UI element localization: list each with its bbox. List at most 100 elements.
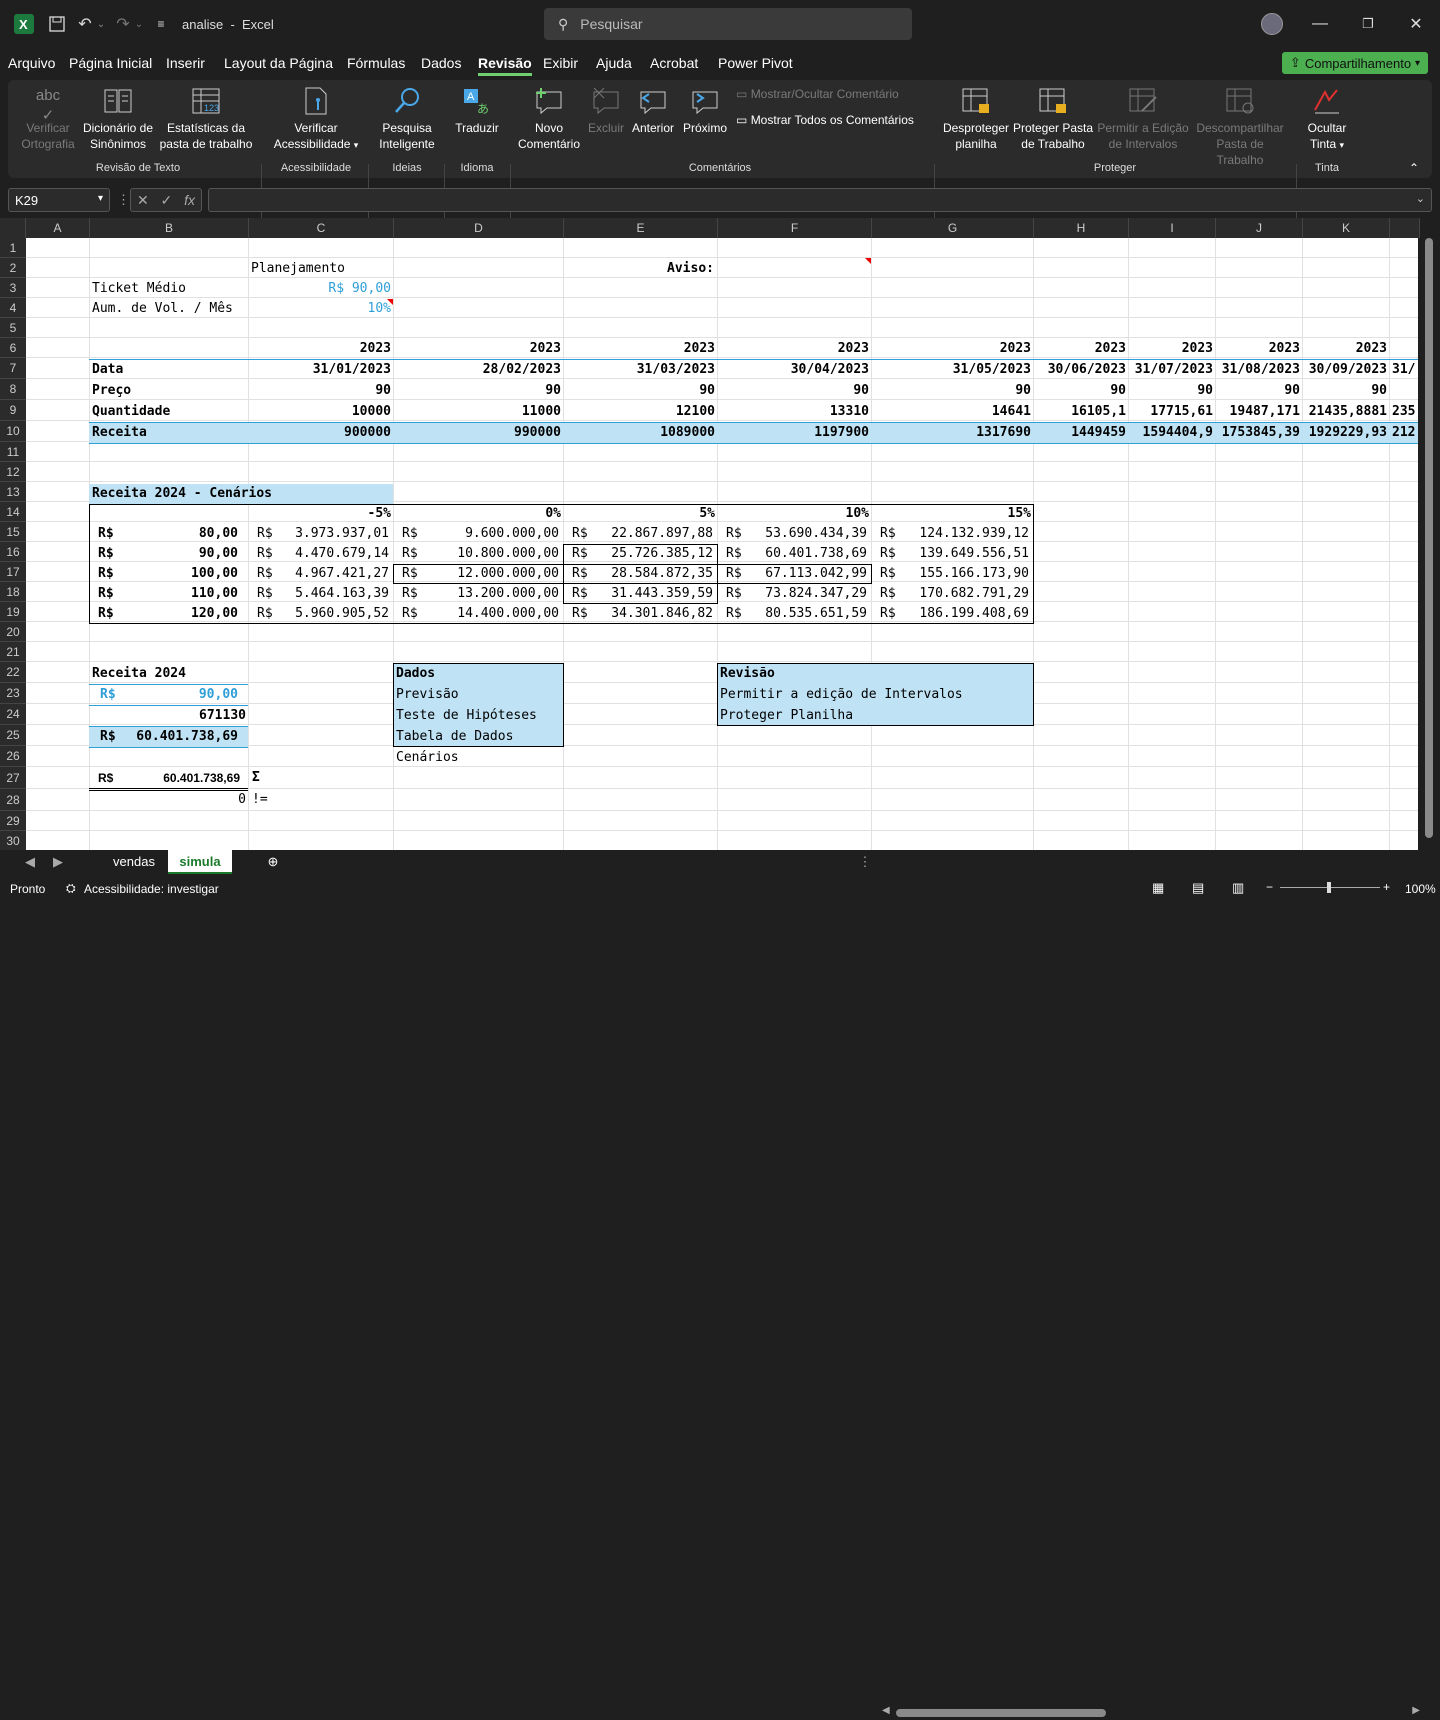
timeline-dates-cell[interactable]: 31/01/2023 (251, 360, 391, 380)
scenario-value-cell[interactable]: 14.400.000,00 (422, 604, 559, 624)
timeline-qty-cell[interactable]: 19487,171 (1218, 402, 1300, 422)
cell-year[interactable]: 2023 (1133, 339, 1213, 359)
row-header[interactable]: 15 (0, 522, 26, 542)
column-header-f[interactable]: F (718, 218, 872, 238)
timeline-dates-cell[interactable]: 31/08/2023 (1218, 360, 1300, 380)
cell-year[interactable]: 2023 (1046, 339, 1126, 359)
timeline-dates-cell[interactable]: 31/03/2023 (566, 360, 715, 380)
cell-year[interactable]: 2023 (481, 339, 561, 359)
delete-comment-button[interactable]: Excluir (586, 86, 626, 136)
thesaurus-button[interactable]: Dicionário de Sinônimos (82, 86, 154, 152)
timeline-receita-cell[interactable]: 990000 (396, 423, 561, 443)
page-break-view-icon[interactable]: ▥ (1232, 880, 1244, 896)
cell-b10[interactable]: Receita (92, 423, 147, 443)
row-header[interactable]: 21 (0, 642, 26, 662)
protect-workbook-button[interactable]: Proteger Pasta de Trabalho (1012, 86, 1094, 152)
column-header-e[interactable]: E (564, 218, 718, 238)
cell-c27[interactable]: Σ (252, 768, 260, 788)
timeline-receita-cell[interactable]: 212 (1392, 423, 1415, 443)
customize-toolbar-icon[interactable]: ≡ (154, 0, 168, 48)
scenario-value-cell[interactable]: 5.464.163,39 (277, 584, 389, 604)
avatar[interactable] (1260, 0, 1284, 48)
scenario-price-cell[interactable]: 80,00 (136, 524, 238, 544)
row-header[interactable]: 16 (0, 542, 26, 562)
add-sheet-icon[interactable]: ⊕ (262, 850, 284, 874)
cell-b8[interactable]: Preço (92, 381, 131, 401)
timeline-receita-cell[interactable]: 1929229,93 (1305, 423, 1387, 443)
close-icon[interactable]: ✕ (1402, 0, 1430, 48)
row-header[interactable]: 9 (0, 400, 26, 421)
row-header[interactable]: 11 (0, 442, 26, 462)
accessibility-button[interactable]: Verificar Acessibilidade ▾ (268, 86, 364, 153)
collapse-ribbon-icon[interactable]: ⌃ (1406, 160, 1422, 176)
undo-dropdown-icon[interactable]: ⌄ (96, 0, 106, 48)
scenario-value-cell[interactable]: 10.800.000,00 (422, 544, 559, 564)
row-header[interactable]: 24 (0, 704, 26, 725)
cell-f24[interactable]: Proteger Planilha (720, 706, 853, 726)
timeline-dates-cell[interactable]: 31/05/2023 (874, 360, 1031, 380)
more-options-icon[interactable]: ⋮ (117, 192, 130, 208)
scenario-value-cell[interactable]: 22.867.897,88 (592, 524, 713, 544)
tab-layout[interactable]: Layout da Página (224, 55, 333, 71)
cell-c3[interactable]: R$ 90,00 (251, 279, 391, 299)
scenario-header-cell[interactable]: 5% (615, 504, 715, 524)
cell-year[interactable]: 2023 (635, 339, 715, 359)
timeline-qty-cell[interactable]: 12100 (566, 402, 715, 422)
row-header[interactable]: 4 (0, 298, 26, 318)
scenario-value-cell[interactable]: 155.166.173,90 (900, 564, 1029, 584)
cell-c2[interactable]: Planejamento (251, 259, 345, 279)
tab-acrobat[interactable]: Acrobat (650, 55, 698, 71)
scenario-price-cell[interactable]: 100,00 (136, 564, 238, 584)
zoom-out-icon[interactable]: − (1266, 880, 1273, 894)
cell-c28[interactable]: != (252, 790, 268, 810)
spelling-button[interactable]: abc ✓ Verificar Ortografia (16, 86, 80, 152)
cell-b25[interactable]: 60.401.738,69 (126, 727, 238, 747)
scenario-value-cell[interactable]: 53.690.434,39 (746, 524, 867, 544)
cell-d22[interactable]: Dados (396, 664, 435, 684)
timeline-receita-cell[interactable]: 1449459 (1036, 423, 1126, 443)
timeline-prices-cell[interactable]: 90 (251, 381, 391, 401)
cell-b3[interactable]: Ticket Médio (92, 279, 186, 299)
timeline-dates-cell[interactable]: 30/09/2023 (1305, 360, 1387, 380)
cell-year[interactable]: 2023 (1220, 339, 1300, 359)
sheet-tab-simula[interactable]: simula (168, 850, 232, 874)
row-header[interactable]: 20 (0, 622, 26, 642)
timeline-prices-cell[interactable]: 90 (874, 381, 1031, 401)
scenario-value-cell[interactable]: 186.199.408,69 (900, 604, 1029, 624)
timeline-qty-cell[interactable]: 13310 (720, 402, 869, 422)
workbook-stats-button[interactable]: 123 Estatísticas da pasta de trabalho (156, 86, 256, 152)
timeline-receita-cell[interactable]: 1317690 (874, 423, 1031, 443)
vertical-scrollbar[interactable] (1420, 238, 1440, 850)
share-button[interactable]: ⇪ Compartilhamento ▾ (1282, 52, 1428, 74)
cancel-icon[interactable]: ✕ (137, 192, 149, 209)
tab-exibir[interactable]: Exibir (543, 55, 578, 71)
timeline-dates-cell[interactable]: 31/07/2023 (1131, 360, 1213, 380)
next-comment-button[interactable]: Próximo (680, 86, 730, 136)
cell-year[interactable]: 2023 (1307, 339, 1387, 359)
scenario-value-cell[interactable]: 13.200.000,00 (422, 584, 559, 604)
scenario-value-cell[interactable]: 4.967.421,27 (277, 564, 389, 584)
column-header-g[interactable]: G (872, 218, 1034, 238)
cell-b28[interactable]: 0 (92, 790, 246, 810)
cell-d26[interactable]: Cenários (396, 748, 459, 768)
cell-year[interactable]: 2023 (311, 339, 391, 359)
accessibility-status[interactable]: Acessibilidade: investigar (84, 882, 219, 896)
cell-b13[interactable]: Receita 2024 - Cenários (89, 484, 393, 504)
row-header[interactable]: 5 (0, 318, 26, 338)
row-header[interactable]: 23 (0, 683, 26, 704)
row-header[interactable]: 7 (0, 358, 26, 379)
scenario-price-cell[interactable]: 110,00 (136, 584, 238, 604)
timeline-dates-cell[interactable]: 31/ (1392, 360, 1415, 380)
scenario-value-cell[interactable]: 60.401.738,69 (746, 544, 867, 564)
translate-button[interactable]: Aあ Traduzir (448, 86, 506, 136)
cell-c4[interactable]: 10% (251, 299, 391, 319)
next-sheet-icon[interactable]: ▶ (48, 850, 68, 874)
cell-b9[interactable]: Quantidade (92, 402, 170, 422)
cell-b24[interactable]: 671130 (92, 706, 246, 726)
timeline-receita-cell[interactable]: 1753845,39 (1218, 423, 1300, 443)
new-comment-button[interactable]: Novo Comentário (514, 86, 584, 152)
timeline-dates-cell[interactable]: 30/06/2023 (1036, 360, 1126, 380)
row-header[interactable]: 12 (0, 462, 26, 482)
tab-arquivo[interactable]: Arquivo (8, 55, 55, 71)
tab-inserir[interactable]: Inserir (166, 55, 205, 71)
